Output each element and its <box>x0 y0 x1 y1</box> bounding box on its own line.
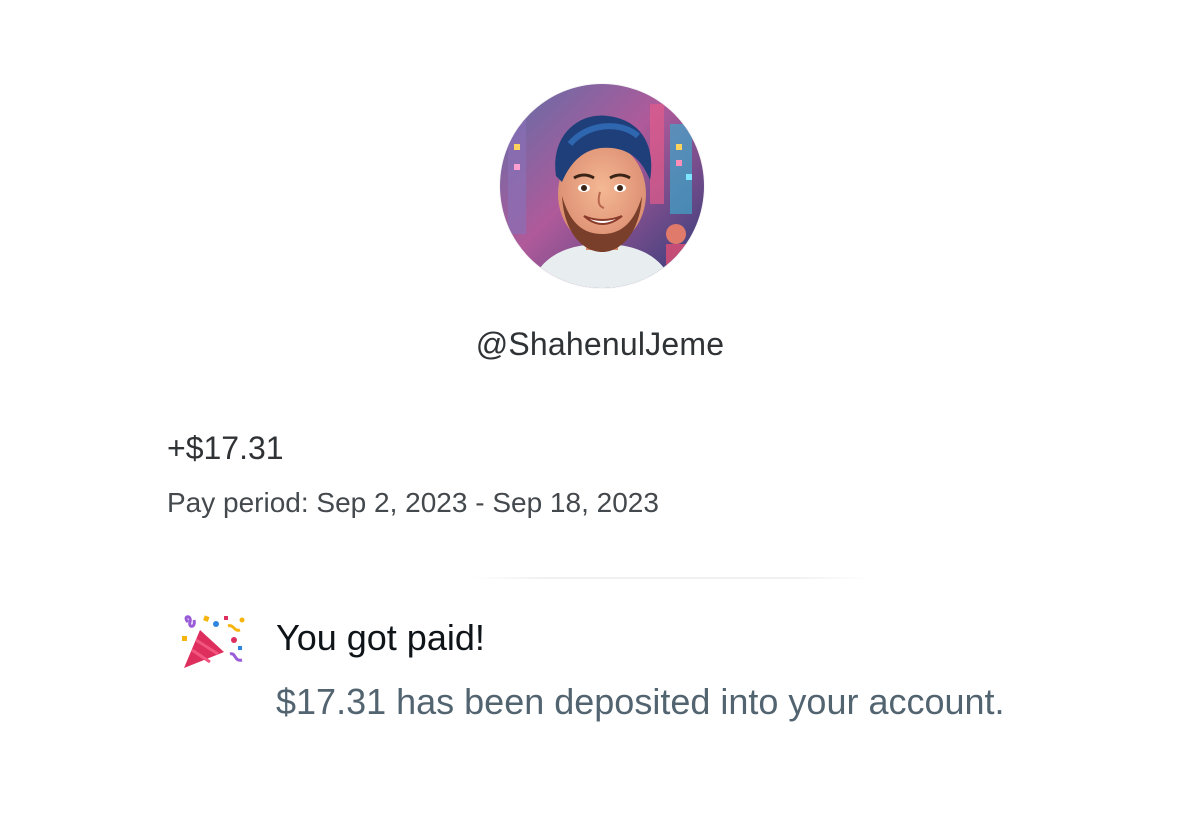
divider <box>470 577 870 579</box>
pay-period: Pay period: Sep 2, 2023 - Sep 18, 2023 <box>167 487 659 518</box>
party-popper-icon <box>178 612 250 674</box>
payout-amount: +$17.31 <box>167 430 284 466</box>
avatar[interactable] <box>500 84 704 288</box>
username[interactable]: @ShahenulJeme <box>0 326 1200 363</box>
notification-title: You got paid! <box>276 617 485 658</box>
notification-body: $17.31 has been deposited into your acco… <box>276 681 1005 722</box>
avatar-illustration <box>500 84 704 288</box>
